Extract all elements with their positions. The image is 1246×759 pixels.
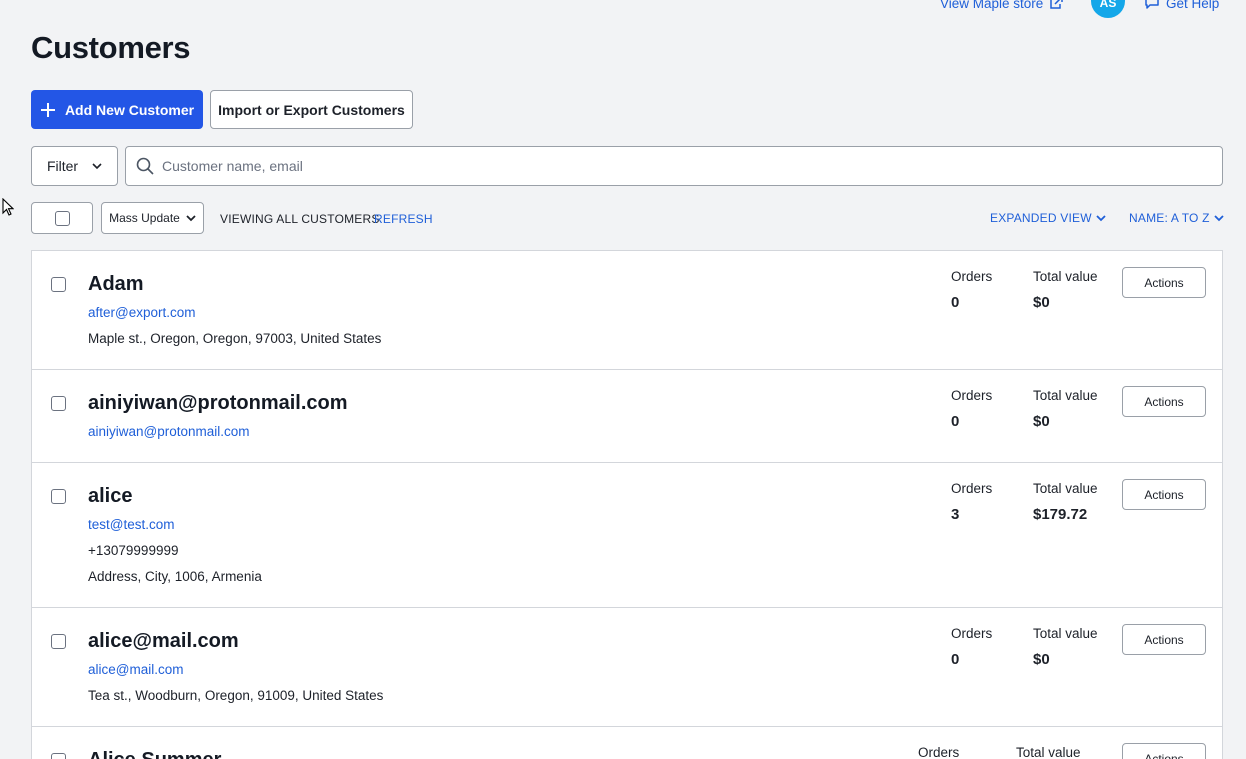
sort-label: NAME: A TO Z xyxy=(1129,211,1210,225)
customer-row[interactable]: ainiyiwan@protonmail.com ainiyiwan@proto… xyxy=(32,370,1222,463)
customer-email[interactable]: alice@mail.com xyxy=(88,662,183,677)
orders-label: Orders xyxy=(951,269,993,284)
import-export-customers-button[interactable]: Import or Export Customers xyxy=(210,90,413,129)
row-checkbox[interactable] xyxy=(51,489,66,504)
customer-name[interactable]: Adam xyxy=(88,273,144,296)
orders-label: Orders xyxy=(951,388,993,403)
mouse-pointer-icon xyxy=(2,198,14,216)
orders-count: 0 xyxy=(951,294,960,311)
customer-address: Address, City, 1006, Armenia xyxy=(88,569,262,584)
user-avatar[interactable]: AS xyxy=(1091,0,1125,18)
customer-address: Tea st., Woodburn, Oregon, 91009, United… xyxy=(88,688,384,703)
orders-count: 0 xyxy=(951,413,960,430)
mass-update-label: Mass Update xyxy=(109,211,180,225)
total-value: $0 xyxy=(1033,651,1050,668)
chevron-down-icon xyxy=(1214,214,1224,221)
customer-row[interactable]: Alice Summer Orders Total value Actions xyxy=(32,727,1222,759)
customer-name[interactable]: Alice Summer xyxy=(88,749,221,759)
avatar-initials: AS xyxy=(1099,0,1117,10)
orders-label: Orders xyxy=(951,626,993,641)
mass-update-dropdown[interactable]: Mass Update xyxy=(101,202,204,234)
add-new-customer-label: Add New Customer xyxy=(64,101,195,118)
actions-button[interactable]: Actions xyxy=(1122,267,1206,298)
customer-row[interactable]: Adam after@export.com Maple st., Oregon,… xyxy=(32,251,1222,370)
actions-button[interactable]: Actions xyxy=(1122,386,1206,417)
plus-icon xyxy=(40,102,55,117)
orders-label: Orders xyxy=(951,481,993,496)
total-value: $179.72 xyxy=(1033,506,1088,523)
total-value: $0 xyxy=(1033,294,1050,311)
chevron-down-icon xyxy=(186,214,196,221)
customer-email[interactable]: after@export.com xyxy=(88,305,196,320)
page-title: Customers xyxy=(31,30,191,65)
get-help-link[interactable]: Get Help xyxy=(1144,0,1219,16)
filter-dropdown[interactable]: Filter xyxy=(31,146,118,186)
customer-phone: +13079999999 xyxy=(88,543,179,558)
row-checkbox[interactable] xyxy=(51,277,66,292)
viewing-status: VIEWING ALL CUSTOMERS xyxy=(220,212,380,226)
chat-bubble-icon xyxy=(1145,0,1159,9)
total-value-label: Total value xyxy=(1016,745,1081,759)
customer-name[interactable]: ainiyiwan@protonmail.com xyxy=(88,392,348,415)
add-new-customer-button[interactable]: Add New Customer xyxy=(31,90,203,129)
orders-count: 0 xyxy=(951,651,960,668)
orders-label: Orders xyxy=(918,745,960,759)
external-link-icon xyxy=(1050,0,1064,9)
view-mode-dropdown[interactable]: EXPANDED VIEW xyxy=(990,211,1106,225)
customer-list: Adam after@export.com Maple st., Oregon,… xyxy=(31,250,1223,759)
actions-button[interactable]: Actions xyxy=(1122,743,1206,759)
view-mode-label: EXPANDED VIEW xyxy=(990,211,1092,225)
customer-row[interactable]: alice@mail.com alice@mail.com Tea st., W… xyxy=(32,608,1222,727)
total-value: $0 xyxy=(1033,413,1050,430)
filter-label: Filter xyxy=(46,158,79,174)
customer-email[interactable]: ainiyiwan@protonmail.com xyxy=(88,424,250,439)
total-value-label: Total value xyxy=(1033,626,1098,641)
search-input[interactable] xyxy=(162,158,1222,174)
search-icon xyxy=(136,157,154,175)
customer-row[interactable]: alice test@test.com +13079999999 Address… xyxy=(32,463,1222,608)
total-value-label: Total value xyxy=(1033,481,1098,496)
customer-name[interactable]: alice@mail.com xyxy=(88,630,239,653)
total-value-label: Total value xyxy=(1033,269,1098,284)
actions-button[interactable]: Actions xyxy=(1122,624,1206,655)
row-checkbox[interactable] xyxy=(51,396,66,411)
view-store-label: View Maple store xyxy=(940,0,1044,11)
get-help-label: Get Help xyxy=(1166,0,1220,11)
total-value-label: Total value xyxy=(1033,388,1098,403)
view-store-link[interactable]: View Maple store xyxy=(940,0,1080,16)
customer-email[interactable]: test@test.com xyxy=(88,517,174,532)
chevron-down-icon xyxy=(92,162,102,169)
chevron-down-icon xyxy=(1096,214,1106,221)
customer-name[interactable]: alice xyxy=(88,485,132,508)
actions-button[interactable]: Actions xyxy=(1122,479,1206,510)
refresh-link[interactable]: REFRESH xyxy=(374,212,433,226)
orders-count: 3 xyxy=(951,506,960,523)
row-checkbox[interactable] xyxy=(51,753,66,759)
row-checkbox[interactable] xyxy=(51,634,66,649)
checkbox xyxy=(54,210,70,226)
search-field[interactable] xyxy=(125,146,1223,186)
customer-address: Maple st., Oregon, Oregon, 97003, United… xyxy=(88,331,382,346)
select-all-checkbox[interactable] xyxy=(31,202,93,234)
sort-dropdown[interactable]: NAME: A TO Z xyxy=(1129,211,1224,225)
